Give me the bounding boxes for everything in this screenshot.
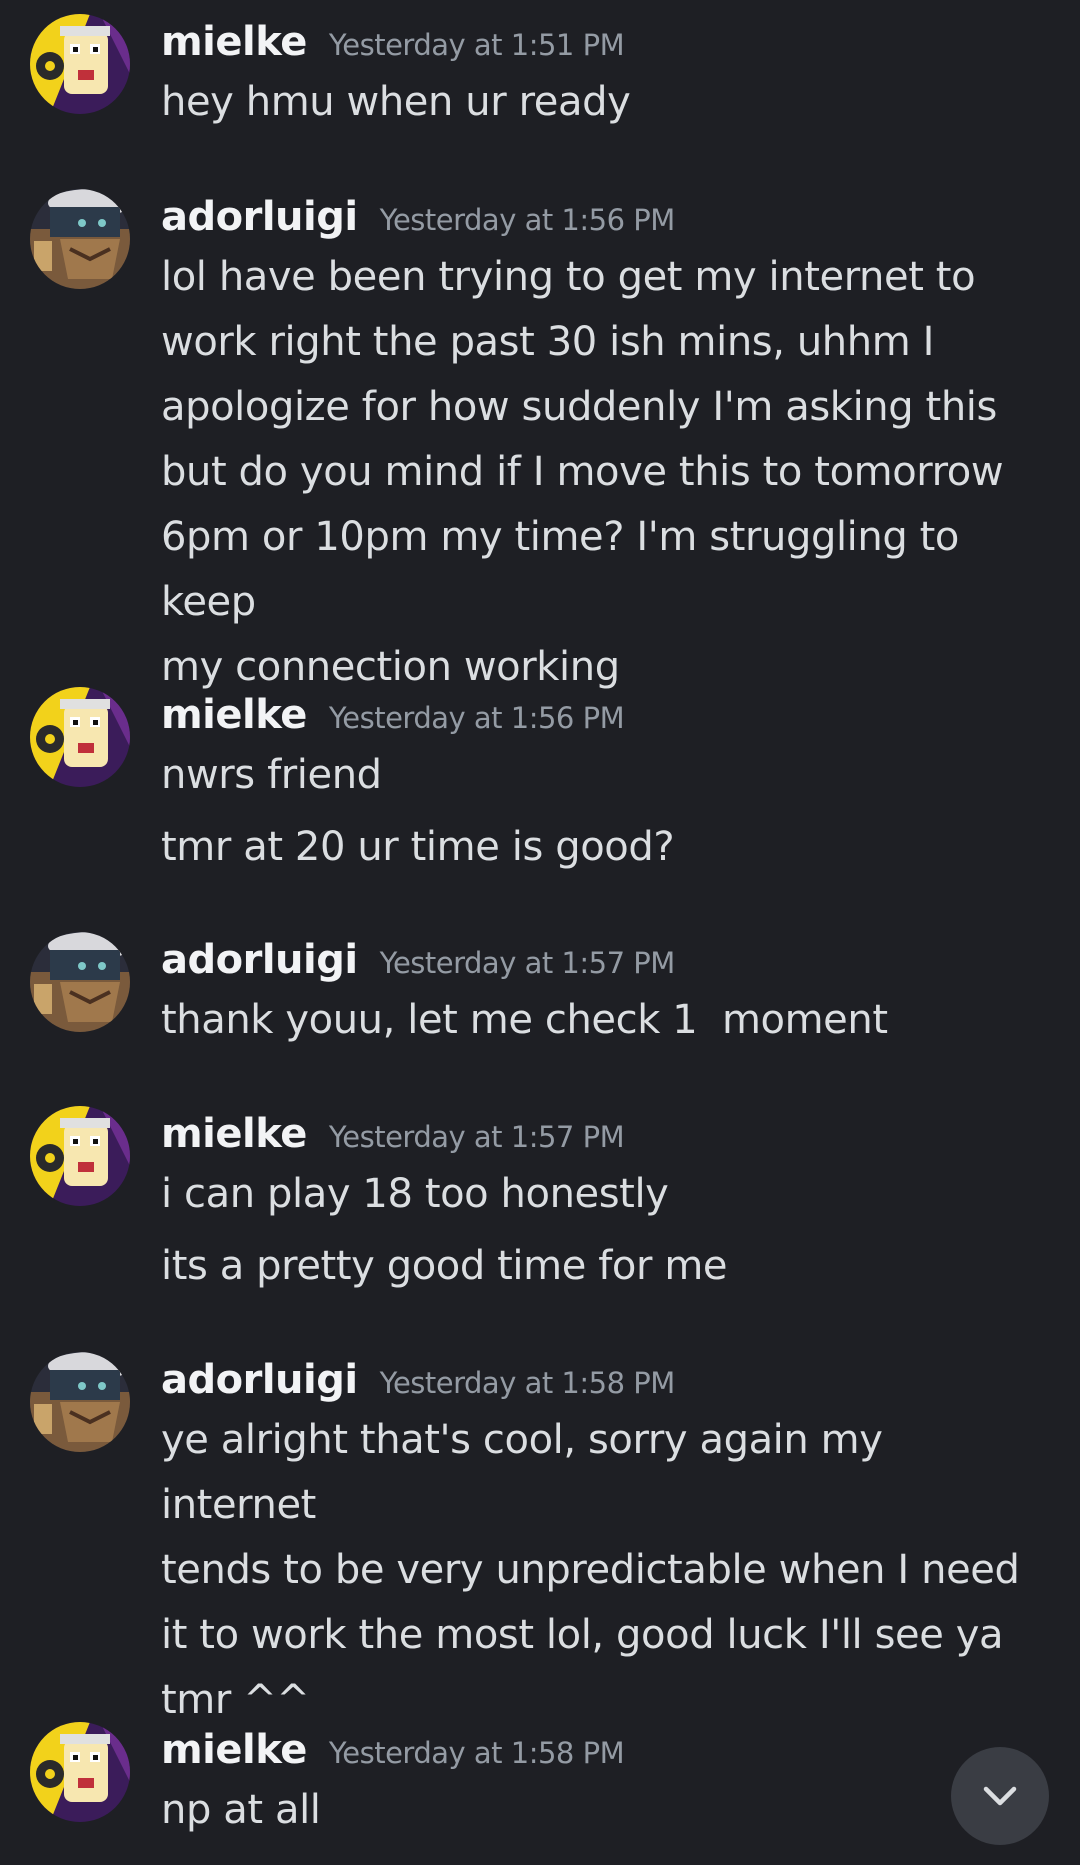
message-timestamp: Yesterday at 1:56 PM	[328, 701, 625, 735]
message-author[interactable]: adorluigi	[161, 189, 358, 245]
avatar-adorluigi[interactable]	[30, 932, 130, 1032]
message-author[interactable]: mielke	[161, 1722, 307, 1778]
message-timestamp: Yesterday at 1:58 PM	[328, 1736, 625, 1770]
avatar-mielke-image	[30, 1106, 130, 1206]
message-timestamp: Yesterday at 1:58 PM	[379, 1366, 676, 1400]
message-text[interactable]: hey hmu when ur ready	[161, 70, 1046, 135]
avatar-mielke[interactable]	[30, 687, 130, 787]
message-author[interactable]: adorluigi	[161, 1352, 358, 1408]
message-text-line[interactable]: ye alright that's cool, sorry again my i…	[161, 1408, 1046, 1538]
chat-message-list[interactable]: mielke Yesterday at 1:51 PM hey hmu when…	[0, 0, 1080, 1865]
avatar-mielke-image	[30, 687, 130, 787]
message-timestamp: Yesterday at 1:57 PM	[379, 946, 676, 980]
message-author[interactable]: mielke	[161, 1106, 307, 1162]
message-timestamp: Yesterday at 1:57 PM	[328, 1120, 625, 1154]
message-text-line[interactable]: 6pm or 10pm my time? I'm struggling to k…	[161, 505, 1046, 635]
jump-to-bottom-button[interactable]	[951, 1747, 1049, 1845]
message-text[interactable]: np at all	[161, 1778, 1046, 1843]
avatar-adorluigi[interactable]	[30, 189, 130, 289]
message-text[interactable]: tmr at 20 ur time is good?	[161, 815, 1046, 880]
message-timestamp: Yesterday at 1:56 PM	[379, 203, 676, 237]
message-text[interactable]: thank youu, let me check 1 moment	[161, 988, 1046, 1053]
message-text-line[interactable]: it to work the most lol, good luck I'll …	[161, 1603, 1046, 1668]
avatar-mielke-image	[30, 1722, 130, 1822]
message-author[interactable]: mielke	[161, 687, 307, 743]
message-text[interactable]: i can play 18 too honestly	[161, 1162, 1046, 1227]
message-author[interactable]: adorluigi	[161, 932, 358, 988]
message-text-line[interactable]: but do you mind if I move this to tomorr…	[161, 440, 1046, 505]
avatar-mielke[interactable]	[30, 14, 130, 114]
avatar-adorluigi-image	[30, 1352, 130, 1452]
message-author[interactable]: mielke	[161, 14, 307, 70]
message-text[interactable]: its a pretty good time for me	[161, 1234, 1046, 1299]
avatar-adorluigi[interactable]	[30, 1352, 130, 1452]
message-text-line[interactable]: lol have been trying to get my internet …	[161, 245, 1046, 310]
message-text[interactable]: nwrs friend	[161, 743, 1046, 808]
avatar-adorluigi-image	[30, 189, 130, 289]
message-timestamp: Yesterday at 1:51 PM	[328, 28, 625, 62]
message-text-line[interactable]: tends to be very unpredictable when I ne…	[161, 1538, 1046, 1603]
avatar-mielke[interactable]	[30, 1106, 130, 1206]
chevron-down-icon	[983, 1786, 1017, 1806]
message-text-line[interactable]: apologize for how suddenly I'm asking th…	[161, 375, 1046, 440]
message-text-line[interactable]: work right the past 30 ish mins, uhhm I	[161, 310, 1046, 375]
avatar-adorluigi-image	[30, 932, 130, 1032]
avatar-mielke[interactable]	[30, 1722, 130, 1822]
avatar-mielke-image	[30, 14, 130, 114]
